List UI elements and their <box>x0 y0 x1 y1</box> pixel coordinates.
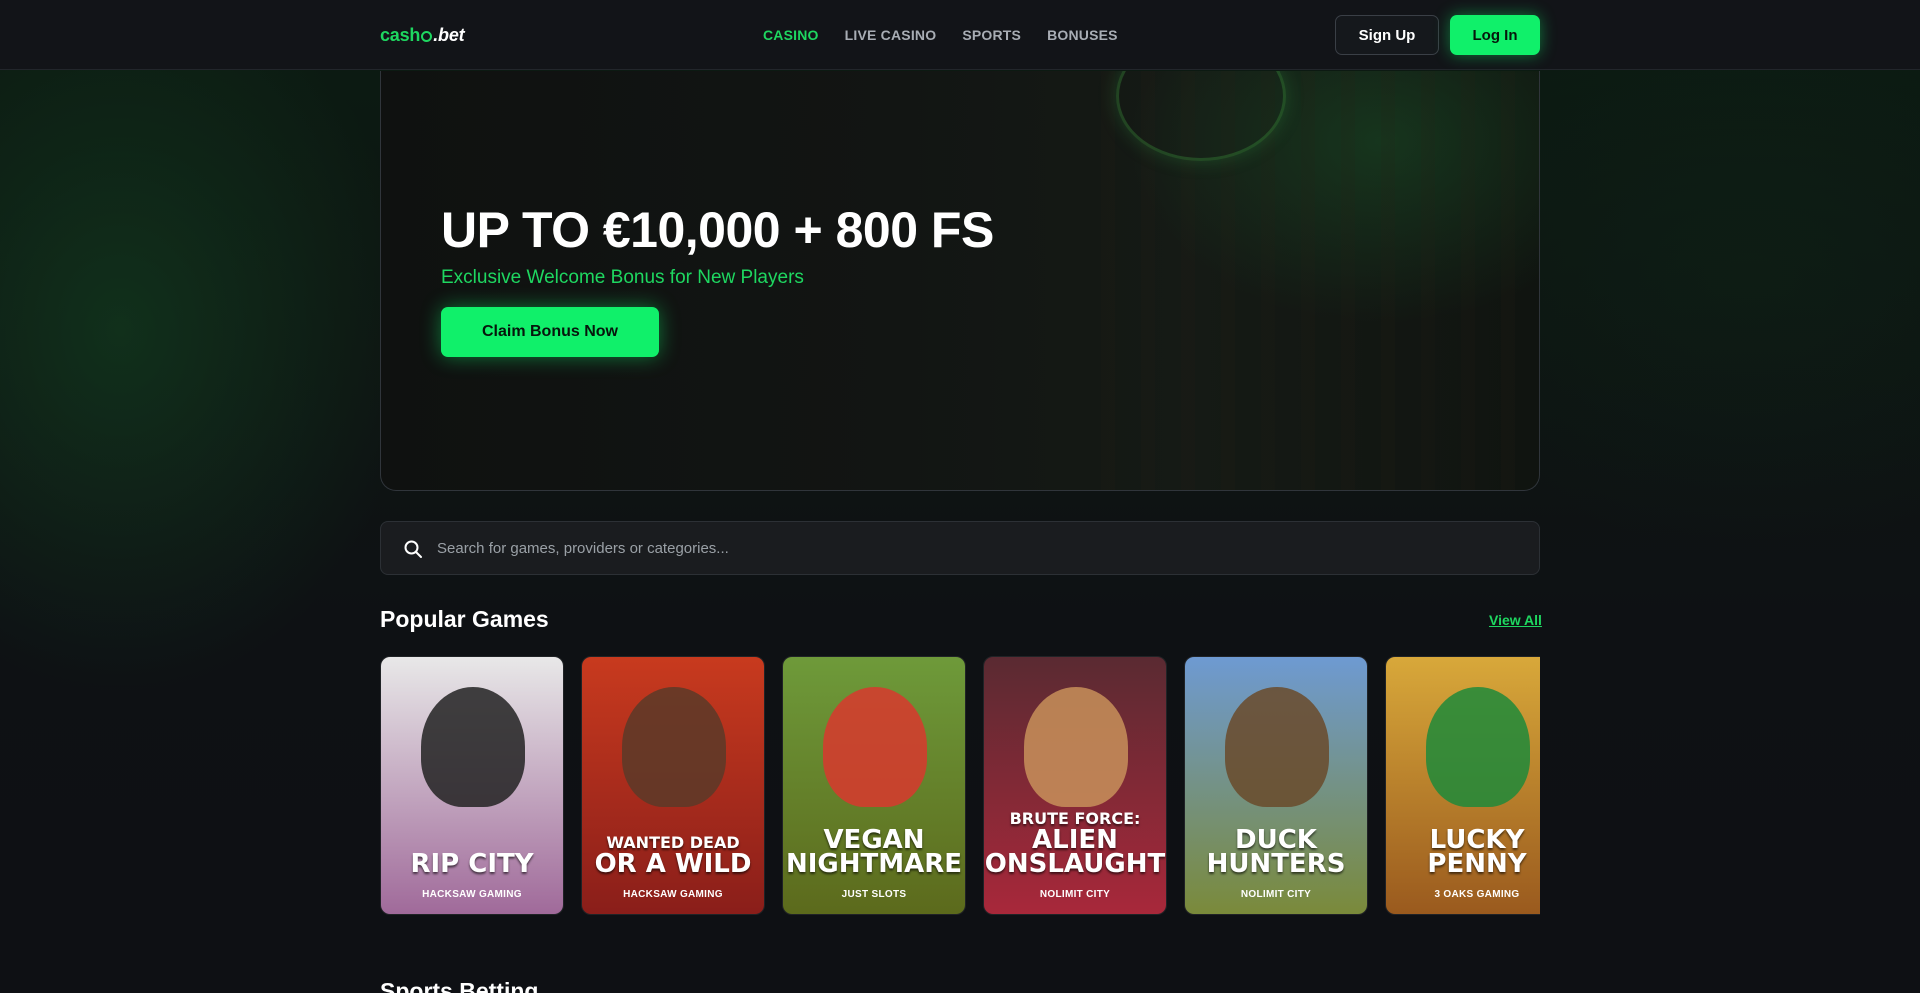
game-card[interactable]: BRUTE FORCE: ALIEN ONSLAUGHT NOLIMIT CIT… <box>983 656 1167 915</box>
logo-coin-icon <box>421 30 433 42</box>
hero-title: UP TO €10,000 + 800 FS <box>441 202 994 258</box>
hero-banner: UP TO €10,000 + 800 FS Exclusive Welcome… <box>380 71 1540 491</box>
game-title: VEGAN NIGHTMARE <box>783 825 965 879</box>
logo-text-secondary: .bet <box>433 24 465 45</box>
game-character-art <box>421 687 525 807</box>
main-nav: CASINO LIVE CASINO SPORTS BONUSES <box>763 0 1118 70</box>
game-provider: 3 OAKS GAMING <box>1434 889 1520 900</box>
game-character-art <box>1225 687 1329 807</box>
game-card[interactable]: DUCK HUNTERS NOLIMIT CITY <box>1184 656 1368 915</box>
game-title-main: OR A WILD <box>594 849 752 879</box>
next-section-title: Sports Betting <box>380 978 539 993</box>
search-icon <box>404 540 422 558</box>
nav-live-casino[interactable]: LIVE CASINO <box>845 27 937 43</box>
search-input[interactable] <box>437 522 1517 574</box>
game-title: BRUTE FORCE: ALIEN ONSLAUGHT <box>984 810 1166 879</box>
game-title-main: VEGAN NIGHTMARE <box>785 825 963 879</box>
nav-sports[interactable]: SPORTS <box>962 27 1021 43</box>
log-in-button[interactable]: Log In <box>1450 15 1540 55</box>
nav-bonuses[interactable]: BONUSES <box>1047 27 1118 43</box>
nav-casino[interactable]: CASINO <box>763 27 819 43</box>
game-provider: HACKSAW GAMING <box>422 889 522 900</box>
game-title-main: LUCKY PENNY <box>1427 825 1527 879</box>
popular-games-row: RIP CITY HACKSAW GAMING WANTED DEAD OR A… <box>380 656 1540 916</box>
popular-games-title: Popular Games <box>380 606 549 632</box>
game-character-art <box>1024 687 1128 807</box>
game-character-art <box>1426 687 1530 807</box>
logo-text-primary: cash <box>380 24 421 45</box>
game-provider: JUST SLOTS <box>841 889 907 900</box>
game-provider: NOLIMIT CITY <box>1039 889 1111 900</box>
top-header: cash .bet CASINO LIVE CASINO SPORTS BONU… <box>0 0 1920 70</box>
game-card[interactable]: RIP CITY HACKSAW GAMING <box>380 656 564 915</box>
game-card[interactable]: VEGAN NIGHTMARE JUST SLOTS <box>782 656 966 915</box>
game-title: DUCK HUNTERS <box>1185 825 1367 879</box>
game-title-main: DUCK HUNTERS <box>1206 825 1346 879</box>
view-all-link[interactable]: View All <box>1489 612 1542 628</box>
game-search-bar <box>380 521 1540 575</box>
game-title: LUCKY PENNY <box>1386 825 1540 879</box>
game-card[interactable]: LUCKY PENNY 3 OAKS GAMING <box>1385 656 1540 915</box>
game-card[interactable]: WANTED DEAD OR A WILD HACKSAW GAMING <box>581 656 765 915</box>
game-character-art <box>622 687 726 807</box>
game-title: RIP CITY <box>381 849 563 879</box>
game-title-main: RIP CITY <box>410 849 534 879</box>
game-provider: HACKSAW GAMING <box>623 889 723 900</box>
game-character-art <box>823 687 927 807</box>
game-title: WANTED DEAD OR A WILD <box>582 834 764 879</box>
hero-subtitle: Exclusive Welcome Bonus for New Players <box>441 267 804 288</box>
sign-up-button[interactable]: Sign Up <box>1335 15 1439 55</box>
game-title-main: ALIEN ONSLAUGHT <box>984 825 1166 879</box>
cashbet-logo[interactable]: cash .bet <box>380 22 465 48</box>
claim-bonus-button[interactable]: Claim Bonus Now <box>441 307 659 357</box>
game-provider: NOLIMIT CITY <box>1240 889 1312 900</box>
